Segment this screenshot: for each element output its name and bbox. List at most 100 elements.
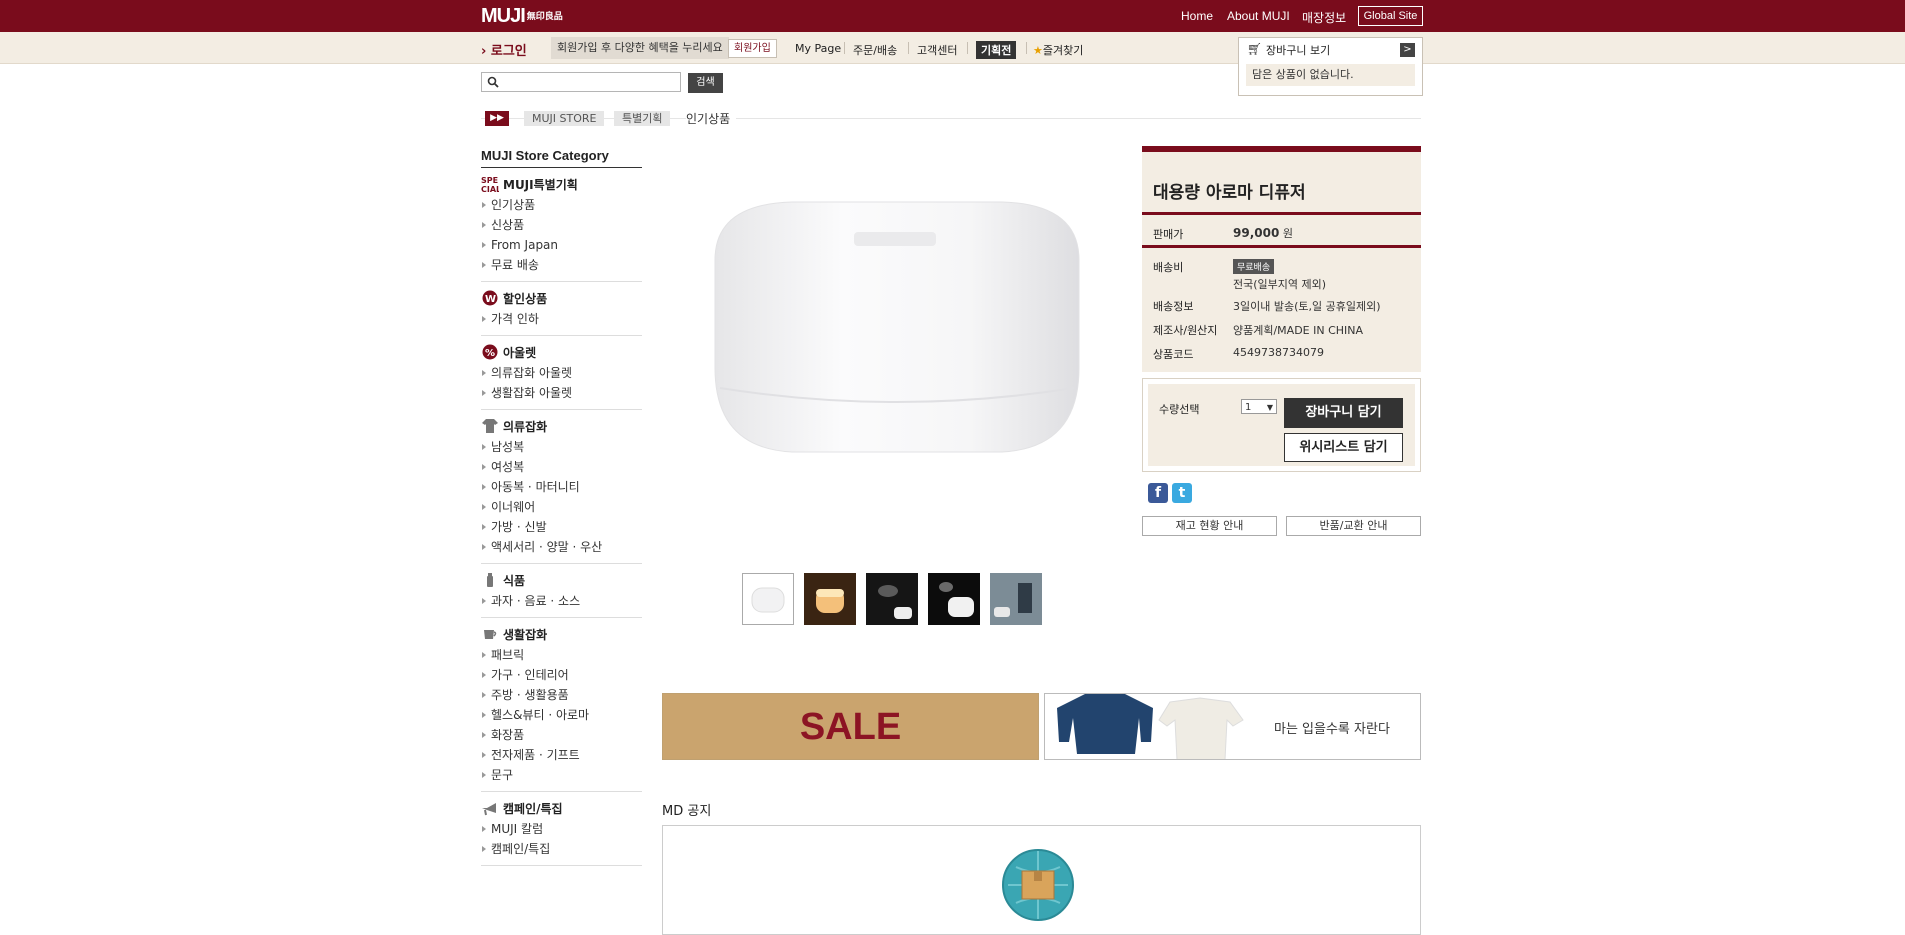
sidebar-group-label: 식품 [503,573,526,588]
clothing-banner[interactable]: 마는 입을수록 자란다 [1044,693,1421,760]
product-name: 대용량 아로마 디퓨저 [1153,183,1306,203]
shipping-label: 배송비 [1153,261,1184,274]
divider [1142,212,1421,215]
price-amount: 99,000 [1233,226,1280,240]
sidebar-group-title[interactable]: W 할인상품 [481,288,642,308]
favorite-link[interactable]: ★즐겨찾기 [1033,42,1083,58]
login-label: 로그인 [490,44,527,59]
maker-value: 양품계획/MADE IN CHINA [1233,324,1364,337]
thumbnail-3[interactable] [866,573,918,625]
special-exhibition-link[interactable]: 기획전 [976,41,1017,59]
order-shipping-link[interactable]: 주문/배송 [853,42,897,58]
svg-text:W: W [485,294,496,305]
sidebar-group-title[interactable]: 캠페인/특집 [481,798,642,818]
price-unit: 원 [1282,227,1293,240]
sidebar-item[interactable]: 문구 [481,765,642,785]
sidebar-item[interactable]: 헬스&뷰티 · 아로마 [481,705,642,725]
favorite-label: 즐겨찾기 [1042,44,1084,57]
quantity-select[interactable]: 1 ▼ [1241,399,1277,414]
price-label: 판매가 [1153,228,1184,241]
nav-store-info[interactable]: 매장정보 [1302,9,1346,26]
clothing-banner-text: 마는 입을수록 자란다 [1274,722,1390,737]
sale-banner[interactable]: SALE [662,693,1039,760]
facebook-icon[interactable]: f [1148,483,1168,503]
thumbnail-2[interactable] [804,573,856,625]
sidebar-group-title[interactable]: 식품 [481,570,642,590]
sidebar-item[interactable]: 가격 인하 [481,309,642,329]
sidebar-group-title[interactable]: % 아울렛 [481,342,642,362]
cart-arrow-icon[interactable]: > [1400,43,1415,57]
sidebar-item[interactable]: 가구 · 인테리어 [481,665,642,685]
delivery-label: 배송정보 [1153,300,1194,313]
stock-info-button[interactable]: 재고 현황 안내 [1142,516,1277,536]
nav-home[interactable]: Home [1181,9,1213,23]
sidebar-item[interactable]: 액세서리 · 양말 · 우산 [481,537,642,557]
search-input[interactable] [481,72,681,92]
global-site-button[interactable]: Global Site [1358,6,1423,26]
sidebar-group-title[interactable]: SPE CIAL MUJI특별기획 [481,174,642,194]
add-to-wishlist-button[interactable]: 위시리스트 담기 [1284,433,1403,462]
sidebar-item[interactable]: 인기상품 [481,195,642,215]
view-cart-link[interactable]: 장바구니 보기 [1266,42,1330,58]
divider [1142,245,1421,248]
sidebar-item[interactable]: 캠페인/특집 [481,839,642,859]
bottle-icon [481,572,499,588]
sidebar-item[interactable]: 주방 · 생활용품 [481,685,642,705]
add-to-cart-button[interactable]: 장바구니 담기 [1284,398,1403,428]
sidebar-item[interactable]: 전자제품 · 기프트 [481,745,642,765]
sidebar-group: W 할인상품가격 인하 [481,282,642,336]
md-notice-box [662,825,1421,935]
sidebar-group: % 아울렛 의류잡화 아울렛 생활잡화 아울렛 [481,336,642,410]
my-page-link[interactable]: My Page [795,42,841,55]
home-icon[interactable]: ▶▶ [485,111,509,126]
delivery-value: 3일이내 발송(토,일 공휴일제외) [1233,300,1381,313]
sidebar-group-label: 캠페인/특집 [503,801,563,816]
category-sidebar: MUJI Store Category SPE CIAL MUJI특별기획 인기상품 신… [481,148,642,866]
muji-logo[interactable]: MUJI 無印良品 [481,5,563,28]
svg-text:%: % [485,348,495,359]
globe-box-icon [1002,849,1074,921]
logo-subtext: 無印良品 [526,11,563,21]
breadcrumb-muji-store[interactable]: MUJI STORE [524,111,605,126]
sidebar-item[interactable]: 아동복 · 마터니티 [481,477,642,497]
quantity-value: 1 [1245,402,1252,413]
star-icon: ★ [1033,44,1043,57]
sidebar-item[interactable]: 의류잡화 아울렛 [481,363,642,383]
sidebar-item[interactable]: 화장품 [481,725,642,745]
sidebar-group-title[interactable]: 생활잡화 [481,624,642,644]
sidebar-group-title[interactable]: 의류잡화 [481,416,642,436]
sidebar-item[interactable]: 이너웨어 [481,497,642,517]
sidebar-item[interactable]: 패브릭 [481,645,642,665]
search-button[interactable]: 검색 [688,73,723,93]
cart-empty-message: 담은 상품이 없습니다. [1246,64,1415,86]
sidebar-group: SPE CIAL MUJI특별기획 인기상품 신상품 From Japan 무료 배송 [481,168,642,282]
sidebar-item[interactable]: 신상품 [481,215,642,235]
thumbnail-5[interactable] [990,573,1042,625]
shipping-note: 전국(일부지역 제외) [1233,278,1327,291]
sidebar-item[interactable]: From Japan [481,235,642,255]
percent-icon: % [481,344,499,360]
sidebar-item[interactable]: 생활잡화 아울렛 [481,383,642,403]
join-button[interactable]: 회원가입 [728,39,777,58]
sidebar-item[interactable]: 가방 · 신발 [481,517,642,537]
divider [1026,42,1027,54]
breadcrumb-special[interactable]: 특별기획 [614,111,671,126]
sidebar-item[interactable]: 남성복 [481,437,642,457]
sidebar-item[interactable]: 여성복 [481,457,642,477]
nav-about-muji[interactable]: About MUJI [1227,9,1290,23]
login-link[interactable]: › 로그인 [481,40,527,59]
sidebar-title: MUJI Store Category [481,148,642,168]
thumbnail-4[interactable] [928,573,980,625]
sidebar-item[interactable]: MUJI 칼럼 [481,819,642,839]
customer-center-link[interactable]: 고객센터 [917,42,957,58]
return-exchange-button[interactable]: 반품/교환 안내 [1286,516,1421,536]
sidebar-item[interactable]: 과자 · 음료 · 소스 [481,591,642,611]
chevron-down-icon: ▼ [1266,403,1273,412]
thumbnail-1[interactable] [742,573,794,625]
sidebar-item[interactable]: 무료 배송 [481,255,642,275]
sidebar-group-label: 할인상품 [503,291,548,306]
special-icon: SPE CIAL [481,176,499,193]
join-message: 회원가입 후 다양한 혜택을 누리세요 [551,37,729,59]
svg-text:CIAL: CIAL [481,185,499,193]
twitter-icon[interactable]: t [1172,483,1192,503]
